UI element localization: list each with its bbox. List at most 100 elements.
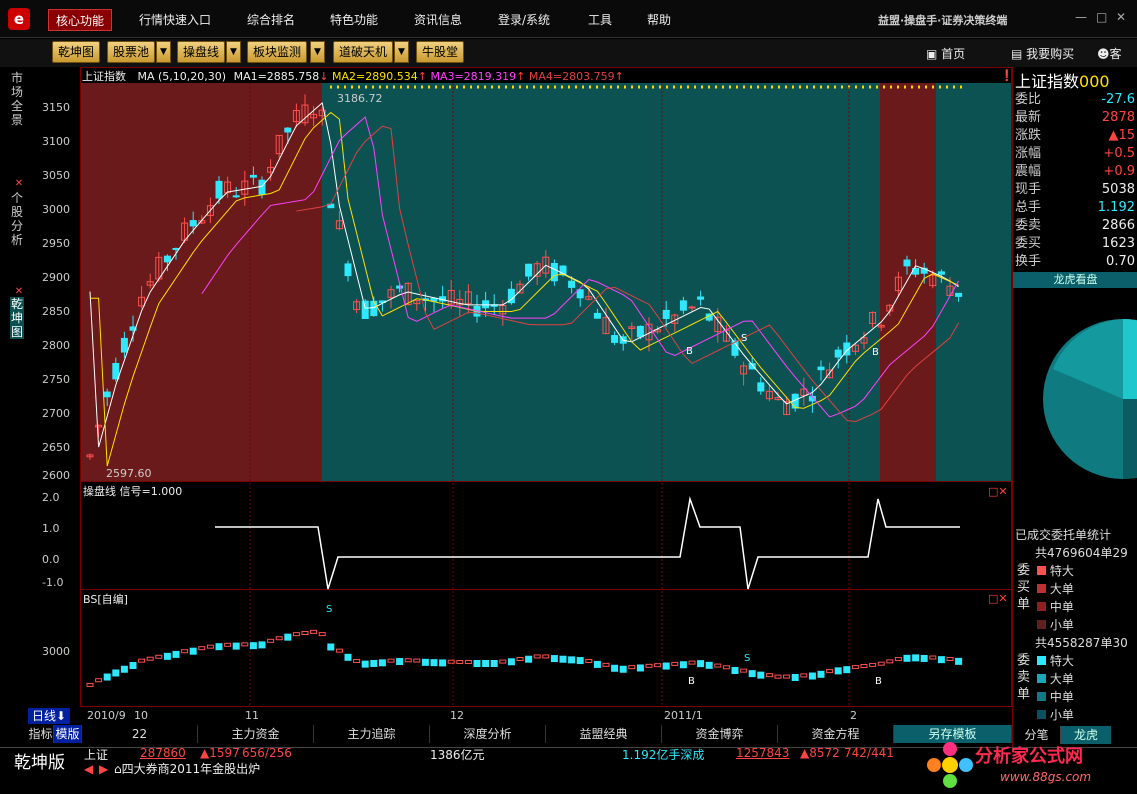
chevron-down-icon[interactable]: ▼: [156, 41, 171, 63]
menu-features[interactable]: 特色功能: [323, 9, 385, 31]
chevron-down-icon[interactable]: ▼: [226, 41, 241, 63]
news-ticker[interactable]: ⌂四大券商2011年金股出炉: [114, 760, 260, 777]
menu-quick-quote[interactable]: 行情快速入口: [132, 9, 218, 31]
caopan-signal-line: [215, 496, 960, 590]
y-tick: 2700: [42, 407, 70, 420]
buy-link[interactable]: ▤ 我要购买: [1011, 45, 1074, 62]
stock-pool-button[interactable]: 股票池: [107, 41, 156, 63]
app-logo-icon: e: [8, 8, 30, 30]
quote-row: 总手 1.192: [1015, 199, 1137, 217]
restore-icon[interactable]: □✕: [988, 592, 1008, 605]
daopo-button[interactable]: 道破天机: [333, 41, 394, 63]
close-icon[interactable]: ✕: [10, 177, 28, 191]
watermark-logo-icon: [925, 740, 975, 790]
tab-qiankun[interactable]: 乾坤图: [10, 297, 24, 339]
home-link[interactable]: ▣ 首页: [926, 45, 965, 62]
quote-label: 换手: [1015, 254, 1042, 269]
bull-zone: [80, 83, 322, 481]
menu-ranking[interactable]: 综合排名: [240, 9, 302, 31]
buy-label: 委买单: [1017, 563, 1031, 612]
caopan-title: 操盘线 信号=1.000: [83, 485, 183, 498]
buy-marker: B: [872, 347, 879, 358]
tab-fund-equation[interactable]: 资金方程: [778, 725, 894, 743]
sell-label: 委卖单: [1017, 653, 1031, 702]
buy-label: 我要购买: [1026, 47, 1075, 61]
quote-row: 委买 1623: [1015, 235, 1137, 253]
legend-swatch: [1037, 584, 1046, 593]
sector-monitor-button[interactable]: 板块监测: [247, 41, 308, 63]
quote-label: 涨跌: [1015, 128, 1042, 143]
arrow-up-icon[interactable]: ❗: [1000, 69, 1012, 82]
menu-help[interactable]: 帮助: [640, 9, 678, 31]
close-icon[interactable]: ✕: [1116, 10, 1126, 24]
buy-marker: B: [875, 676, 882, 687]
toolbar: 乾坤图 股票池 ▼ 操盘线 ▼ 板块监测 ▼ 道破天机 ▼ 牛股堂 ▣ 首页 ▤…: [0, 39, 1137, 67]
maximize-icon[interactable]: □: [1096, 10, 1107, 24]
sz-up-down: 742/441: [844, 746, 894, 760]
service-link[interactable]: ☻客: [1097, 45, 1122, 62]
ma2-value: MA2=2890.534: [332, 70, 418, 83]
next-arrow-icon[interactable]: ▶: [99, 762, 108, 776]
buy-total: 共4769604单29: [1035, 546, 1128, 560]
brand-title: 益盟·操盘手·证券决策终端: [878, 14, 1008, 27]
quote-row: 最新 2878: [1015, 109, 1137, 127]
x-tick: 2: [850, 709, 857, 722]
tab-deep-analysis[interactable]: 深度分析: [430, 725, 546, 743]
quote-value: 1.192: [1097, 200, 1135, 215]
menu-tools[interactable]: 工具: [581, 9, 619, 31]
tab-fund-game[interactable]: 资金博弈: [662, 725, 778, 743]
legend-swatch: [1037, 674, 1046, 683]
size-label: 大单: [1049, 672, 1074, 686]
sz-price: 1257843: [736, 746, 790, 760]
edition-label: 乾坤版: [14, 753, 65, 773]
menu-news[interactable]: 资讯信息: [407, 9, 469, 31]
tab-lhkp[interactable]: 龙虎看盘: [1013, 272, 1137, 288]
niugutang-button[interactable]: 牛股堂: [416, 41, 465, 63]
status-bar: 乾坤版 上证 287860 ▲1597 656/256 1386亿元 1.192…: [0, 742, 1137, 794]
caopan-button[interactable]: 操盘线: [177, 41, 226, 63]
tab-main-funds[interactable]: 主力资金: [198, 725, 314, 743]
size-label: 特大: [1049, 654, 1074, 668]
tab-22[interactable]: 22: [82, 725, 198, 743]
x-tick: 10: [134, 709, 148, 722]
tab-template[interactable]: 模版: [54, 725, 82, 743]
pie-chart: [1043, 319, 1137, 479]
news-text: 四大券商2011年金股出炉: [121, 762, 261, 776]
tab-stock-analysis[interactable]: 个股分析: [10, 191, 24, 247]
sell-marker: S: [741, 333, 748, 344]
buy-size-list: 特大 大单 中单 小单: [1037, 562, 1074, 634]
menu-bar: e 核心功能 行情快速入口 综合排名 特色功能 资讯信息 登录/系统 工具 帮助…: [0, 0, 1137, 38]
period-label: 日线: [31, 709, 56, 723]
y-tick: 2.0: [42, 491, 60, 504]
y-tick: 3000: [42, 203, 70, 216]
prev-arrow-icon[interactable]: ◀: [84, 762, 93, 776]
period-select[interactable]: 日线⬇: [28, 708, 70, 724]
restore-icon[interactable]: □✕: [988, 485, 1008, 498]
tab-indicator[interactable]: 指标: [28, 725, 54, 743]
chart-area[interactable]: □✕ □✕ ❗ 上证指数 MA (5,10,20,30) MA1=2885.75…: [80, 67, 1012, 707]
y-tick: 3000: [42, 645, 70, 658]
qiankun-button[interactable]: 乾坤图: [52, 41, 101, 63]
index-name: 上证指数: [82, 70, 126, 83]
left-sidebar: 市场全景 ✕ 个股分析 ✕ 乾坤图: [10, 67, 28, 707]
quote-row: 委比 -27.6: [1015, 91, 1137, 109]
bottom-area: 日线⬇ 2010/9 10 11 12 2011/1 2 指标 模版 22 主力…: [0, 707, 1012, 747]
size-label: 中单: [1049, 690, 1074, 704]
bs-title: BS[自编]: [83, 593, 128, 606]
tab-classic[interactable]: 益盟经典: [546, 725, 662, 743]
sell-marker: S: [326, 604, 333, 615]
x-tick: 11: [245, 709, 259, 722]
menu-login-system[interactable]: 登录/系统: [491, 9, 557, 31]
minimize-icon[interactable]: —: [1075, 10, 1087, 24]
menu-core[interactable]: 核心功能: [48, 9, 113, 31]
y-tick: 2750: [42, 373, 70, 386]
y-tick: 2950: [42, 237, 70, 250]
chevron-down-icon[interactable]: ▼: [310, 41, 325, 63]
tab-market-overview[interactable]: 市场全景: [10, 71, 24, 127]
size-label: 特大: [1049, 564, 1074, 578]
chevron-down-icon[interactable]: ▼: [394, 41, 409, 63]
buy-marker: B: [688, 676, 695, 687]
tab-main-track[interactable]: 主力追踪: [314, 725, 430, 743]
y-tick: 2600: [42, 469, 70, 482]
y-tick: 2900: [42, 271, 70, 284]
